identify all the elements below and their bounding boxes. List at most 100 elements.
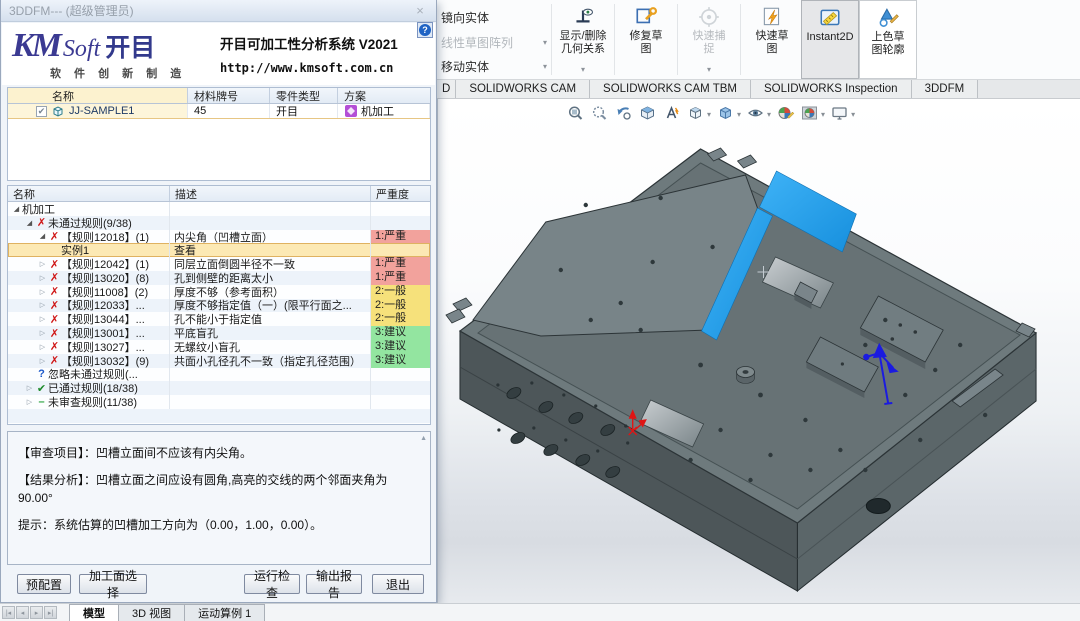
expander-closed-icon[interactable]: ▷ bbox=[24, 384, 35, 392]
shaded-sketch-contours-button[interactable]: 上色草图轮廓 bbox=[859, 0, 917, 79]
chevron-down-icon[interactable]: ▾ bbox=[581, 64, 585, 77]
ribbon-command-enabled[interactable]: 移动实体▾ bbox=[439, 54, 549, 79]
document-tab[interactable]: 3D 视图 bbox=[119, 604, 185, 621]
ribbon-button-label: 图 bbox=[641, 43, 652, 56]
commandmanager-tab[interactable]: SOLIDWORKS CAM TBM bbox=[590, 80, 751, 98]
expander-closed-icon[interactable]: ▷ bbox=[37, 357, 48, 365]
rules-tree-row[interactable]: ▷✗【规则13001】...平底盲孔3:建议 bbox=[8, 326, 430, 340]
rules-tree-row[interactable]: ◢✗未通过规则(9/38) bbox=[8, 216, 430, 230]
show-delete-relations-button[interactable]: 显示/删除几何关系▾ bbox=[554, 0, 612, 79]
expander-closed-icon[interactable]: ▷ bbox=[24, 398, 35, 406]
machining-face-select-button[interactable]: 加工面选择 bbox=[79, 574, 147, 594]
commandmanager-tab[interactable]: SOLIDWORKS Inspection bbox=[751, 80, 912, 98]
expander-closed-icon[interactable]: ▷ bbox=[37, 329, 48, 337]
machined-part[interactable] bbox=[446, 148, 1036, 591]
expander-closed-icon[interactable]: ▷ bbox=[37, 260, 48, 268]
commandmanager-tab[interactable]: 3DDFM bbox=[912, 80, 979, 98]
kmsoft-logo: KMSoft开目 软 件 创 新 制 造 bbox=[12, 27, 212, 81]
severity-badge: 1:严重 bbox=[371, 257, 430, 271]
large-hole[interactable] bbox=[866, 499, 890, 514]
rules-tree-row[interactable]: ▷✔已通过规则(18/38) bbox=[8, 381, 430, 395]
severity-badge: 2:一般 bbox=[371, 299, 430, 313]
expander-closed-icon[interactable]: ▷ bbox=[37, 315, 48, 323]
graphics-area[interactable]: ▾▾▾▾▾ bbox=[437, 99, 1080, 603]
rules-tree-row[interactable]: ▷✗【规则11008】(2)厚度不够（参考面积）2:一般 bbox=[8, 285, 430, 299]
rules-tree-row[interactable]: ▷✗【规则13027】...无螺纹小盲孔3:建议 bbox=[8, 340, 430, 354]
ribbon-command-enabled[interactable]: 镜向实体 bbox=[439, 5, 549, 30]
rule-name-label: 【规则12042】(1) bbox=[61, 257, 149, 271]
rules-tree-row[interactable]: ▷✗【规则12042】(1)同层立面倒圆半径不一致1:严重 bbox=[8, 257, 430, 271]
scroll-up-icon[interactable]: ▲ bbox=[420, 434, 427, 445]
part-checkbox[interactable]: ✔ bbox=[36, 106, 47, 117]
rules-tree-row[interactable]: ▷✗【规则12033】...厚度不够指定值（一）(限平行面之...2:一般 bbox=[8, 299, 430, 313]
rule-name-cell: ▷✗【规则13027】... bbox=[8, 340, 170, 354]
run-check-button[interactable]: 运行检查 bbox=[244, 574, 300, 594]
expander-open-icon[interactable]: ◢ bbox=[37, 232, 48, 240]
expander-closed-icon[interactable]: ▷ bbox=[37, 288, 48, 296]
rule-severity-cell bbox=[371, 243, 430, 257]
parts-table-row[interactable]: ✔JJ-SAMPLE145开目机加工 bbox=[8, 104, 430, 119]
next-tab-button[interactable]: ▸ bbox=[30, 606, 43, 619]
expander-open-icon[interactable]: ◢ bbox=[24, 219, 35, 227]
help-button[interactable]: ? bbox=[417, 22, 433, 38]
rules-tree-row[interactable]: ◢✗【规则12018】(1)内尖角（凹槽立面）1:严重 bbox=[8, 230, 430, 244]
expander-closed-icon[interactable]: ▷ bbox=[37, 301, 48, 309]
rule-desc-cell bbox=[170, 368, 371, 382]
rules-tree-row[interactable]: 实例1查看 bbox=[8, 243, 430, 257]
rule-name-cell: ▷✗【规则13044】... bbox=[8, 312, 170, 326]
product-info: 开目可加工性分析系统 V2021 http://www.kmsoft.com.c… bbox=[220, 33, 398, 75]
chevron-down-icon[interactable]: ▾ bbox=[543, 38, 547, 47]
commandmanager-tab[interactable]: SOLIDWORKS CAM bbox=[456, 80, 590, 98]
exit-button[interactable]: 退出 bbox=[372, 574, 424, 594]
last-tab-button[interactable]: ▸| bbox=[44, 606, 57, 619]
ribbon-button-label: 快速捕 bbox=[693, 30, 726, 43]
chevron-down-icon[interactable]: ▾ bbox=[543, 62, 547, 71]
previous-tab-button[interactable]: ◂ bbox=[16, 606, 29, 619]
part-material-cell: 45 bbox=[188, 104, 270, 118]
3d-model-viewport[interactable] bbox=[438, 99, 1080, 603]
commandmanager-tab[interactable]: D bbox=[437, 80, 456, 98]
rule-severity-cell: 2:一般 bbox=[371, 285, 430, 299]
preconfig-button[interactable]: 预配置 bbox=[17, 574, 71, 594]
rules-tree-row[interactable]: ◢机加工 bbox=[8, 202, 430, 216]
rules-tree-row[interactable]: ?忽略未通过规则(... bbox=[8, 368, 430, 382]
instant2d-button[interactable]: Instant2D bbox=[801, 0, 859, 79]
first-tab-button[interactable]: |◂ bbox=[2, 606, 15, 619]
rule-severity-cell: 3:建议 bbox=[371, 354, 430, 368]
website-link[interactable]: http://www.kmsoft.com.cn bbox=[220, 61, 398, 75]
rule-name-cell: ▷✗【规则13001】... bbox=[8, 326, 170, 340]
fail-status-icon: ✗ bbox=[48, 340, 61, 353]
export-report-button[interactable]: 输出报告 bbox=[306, 574, 362, 594]
fail-status-icon: ✗ bbox=[48, 285, 61, 298]
rapid-sketch-button[interactable]: 快速草图 bbox=[743, 0, 801, 79]
rules-tree-row[interactable]: ▷–未审查规则(11/38) bbox=[8, 395, 430, 409]
analysis-detail-box[interactable]: ▲ 【审查项目】：凹槽立面间不应该有内尖角。【结果分析】：凹槽立面之间应设有圆角… bbox=[7, 431, 431, 565]
rule-name-cell: 实例1 bbox=[8, 243, 170, 257]
chevron-down-icon[interactable]: ▾ bbox=[707, 64, 711, 77]
ribbon-command-label: 镜向实体 bbox=[441, 9, 489, 26]
severity-badge: 3:建议 bbox=[371, 354, 430, 368]
quick-snaps-icon bbox=[697, 5, 721, 29]
severity-badge: 2:一般 bbox=[371, 285, 430, 299]
document-tab[interactable]: 模型 bbox=[69, 604, 119, 621]
rule-severity-cell: 1:严重 bbox=[371, 271, 430, 285]
rules-tree-row[interactable]: ▷✗【规则13032】(9)共面小孔径孔不一致（指定孔径范围）3:建议 bbox=[8, 354, 430, 368]
plan-label: 机加工 bbox=[361, 103, 394, 119]
expander-open-icon[interactable]: ◢ bbox=[11, 205, 22, 213]
rules-tree-row[interactable]: ▷✗【规则13020】(8)孔到侧壁的距离太小1:严重 bbox=[8, 271, 430, 285]
rule-desc-cell: 孔不能小于指定值 bbox=[170, 312, 371, 326]
close-icon[interactable]: × bbox=[412, 3, 428, 18]
rule-desc-cell: 厚度不够指定值（一）(限平行面之... bbox=[170, 299, 371, 313]
sketch-ribbon-toolbar: 镜向实体线性草图阵列▾移动实体▾ 显示/删除几何关系▾修复草图快速捕捉▾快速草图… bbox=[437, 0, 1080, 80]
repair-sketch-button[interactable]: 修复草图 bbox=[617, 0, 675, 79]
expander-closed-icon[interactable]: ▷ bbox=[37, 274, 48, 282]
expander-closed-icon[interactable]: ▷ bbox=[37, 343, 48, 351]
ribbon-command-label: 线性草图阵列 bbox=[441, 34, 513, 51]
rules-tree-row[interactable]: ▷✗【规则13044】...孔不能小于指定值2:一般 bbox=[8, 312, 430, 326]
rule-severity-cell: 1:严重 bbox=[371, 230, 430, 244]
document-tab[interactable]: 运动算例 1 bbox=[185, 604, 265, 621]
ribbon-button-label: 捉 bbox=[704, 43, 715, 56]
cylinder-boss[interactable] bbox=[737, 367, 755, 384]
part-name-label: JJ-SAMPLE1 bbox=[69, 105, 134, 117]
panel-titlebar[interactable]: 3DDFM--- (超级管理员) × bbox=[1, 0, 436, 22]
